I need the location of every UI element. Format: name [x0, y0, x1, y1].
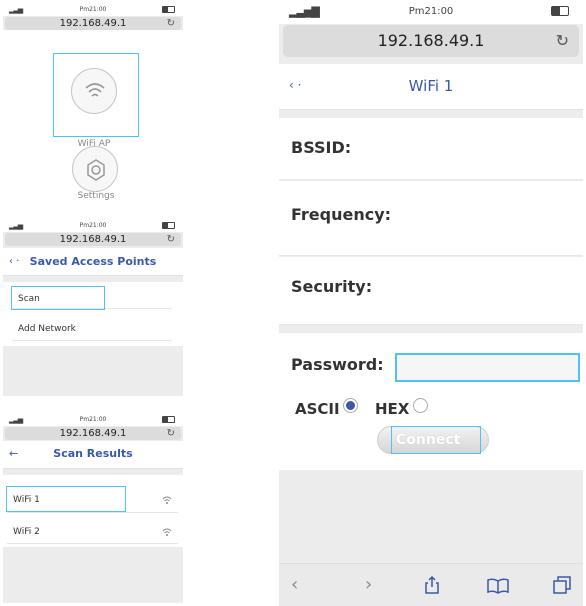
battery-icon — [162, 416, 175, 423]
page-title: WiFi 1 — [408, 77, 454, 95]
saved-access-points-screen: ▂▃▅ Pm21:00 192.168.49.1 ↻ ‹ · Saved Acc… — [3, 219, 183, 396]
list-item-add-network[interactable]: Add Network — [12, 319, 172, 341]
battery-icon — [162, 222, 175, 229]
frequency-label: Frequency: — [291, 205, 392, 224]
gear-icon — [87, 159, 105, 181]
reload-icon[interactable]: ↻ — [167, 427, 175, 440]
nav-header: ← Scan Results — [3, 441, 183, 469]
share-icon[interactable] — [423, 575, 441, 595]
wifi-signal-icon — [162, 496, 172, 504]
bssid-row: BSSID: — [279, 118, 583, 180]
tabs-icon[interactable] — [553, 576, 571, 594]
hex-label: HEX — [375, 400, 410, 418]
status-bar: ▂▃▅▇ Pm21:00 — [279, 0, 583, 24]
address-text: 192.168.49.1 — [59, 234, 127, 245]
bottom-toolbar: ‹ › — [279, 563, 583, 606]
scan-highlight — [11, 286, 105, 310]
page-title: Scan Results — [53, 447, 133, 460]
reload-icon[interactable]: ↻ — [556, 31, 569, 50]
address-text: 192.168.49.1 — [377, 31, 485, 50]
battery-icon — [162, 6, 175, 13]
battery-icon — [551, 6, 569, 16]
status-bar: ▂▃▅ Pm21:00 — [3, 219, 183, 232]
nav-header: ‹ · WiFi 1 — [279, 64, 583, 110]
wifi-detail-screen: ▂▃▅▇ Pm21:00 192.168.49.1 ↻ ‹ · WiFi 1 B… — [279, 0, 583, 606]
forward-nav-icon[interactable]: › — [365, 574, 372, 595]
address-bar[interactable]: 192.168.49.1 ↻ — [283, 25, 579, 57]
ascii-radio[interactable] — [343, 398, 358, 413]
nav-header: ‹ · Saved Access Points — [3, 248, 183, 276]
back-nav-icon[interactable]: ‹ — [291, 574, 298, 595]
password-input[interactable] — [395, 353, 580, 382]
address-bar[interactable]: 192.168.49.1 ↻ — [5, 427, 181, 440]
address-bar[interactable]: 192.168.49.1 ↻ — [5, 233, 181, 246]
home-screen: ▂▃▅ Pm21:00 192.168.49.1 ↻ WiFi AP Setti… — [3, 3, 183, 205]
scan-results-screen: ▂▃▅ Pm21:00 192.168.49.1 ↻ ← Scan Result… — [3, 413, 183, 603]
wifi-ap-highlight — [53, 53, 139, 137]
settings-button[interactable] — [72, 146, 118, 192]
status-bar: ▂▃▅ Pm21:00 — [3, 413, 183, 426]
address-bar[interactable]: 192.168.49.1 ↻ — [5, 17, 181, 30]
reload-icon[interactable]: ↻ — [167, 233, 175, 246]
page-title: Saved Access Points — [29, 255, 157, 268]
status-time: Pm21:00 — [408, 6, 454, 17]
hex-radio[interactable] — [413, 398, 428, 413]
security-label: Security: — [291, 277, 373, 296]
status-time: Pm21:00 — [79, 6, 107, 13]
address-text: 192.168.49.1 — [59, 18, 127, 29]
bssid-label: BSSID: — [291, 138, 352, 157]
password-section: Password: ASCII HEX Connect — [279, 333, 583, 470]
address-text: 192.168.49.1 — [59, 428, 127, 439]
status-time: Pm21:00 — [79, 222, 107, 229]
status-bar: ▂▃▅ Pm21:00 — [3, 3, 183, 16]
wifi-1-highlight — [6, 486, 126, 512]
list-item-wifi-2[interactable]: WiFi 2 — [7, 520, 178, 544]
frequency-row: Frequency: — [279, 181, 583, 256]
password-label: Password: — [291, 355, 384, 374]
status-time: Pm21:00 — [79, 416, 107, 423]
connect-highlight — [391, 426, 481, 454]
ascii-label: ASCII — [295, 400, 340, 418]
reload-icon[interactable]: ↻ — [167, 17, 175, 30]
bookmarks-icon[interactable] — [487, 578, 509, 594]
security-row: Security: — [279, 257, 583, 325]
wifi-signal-icon — [162, 528, 172, 536]
list-item-label: Add Network — [18, 324, 76, 334]
network-name: WiFi 2 — [13, 527, 40, 537]
settings-label: Settings — [77, 191, 115, 201]
